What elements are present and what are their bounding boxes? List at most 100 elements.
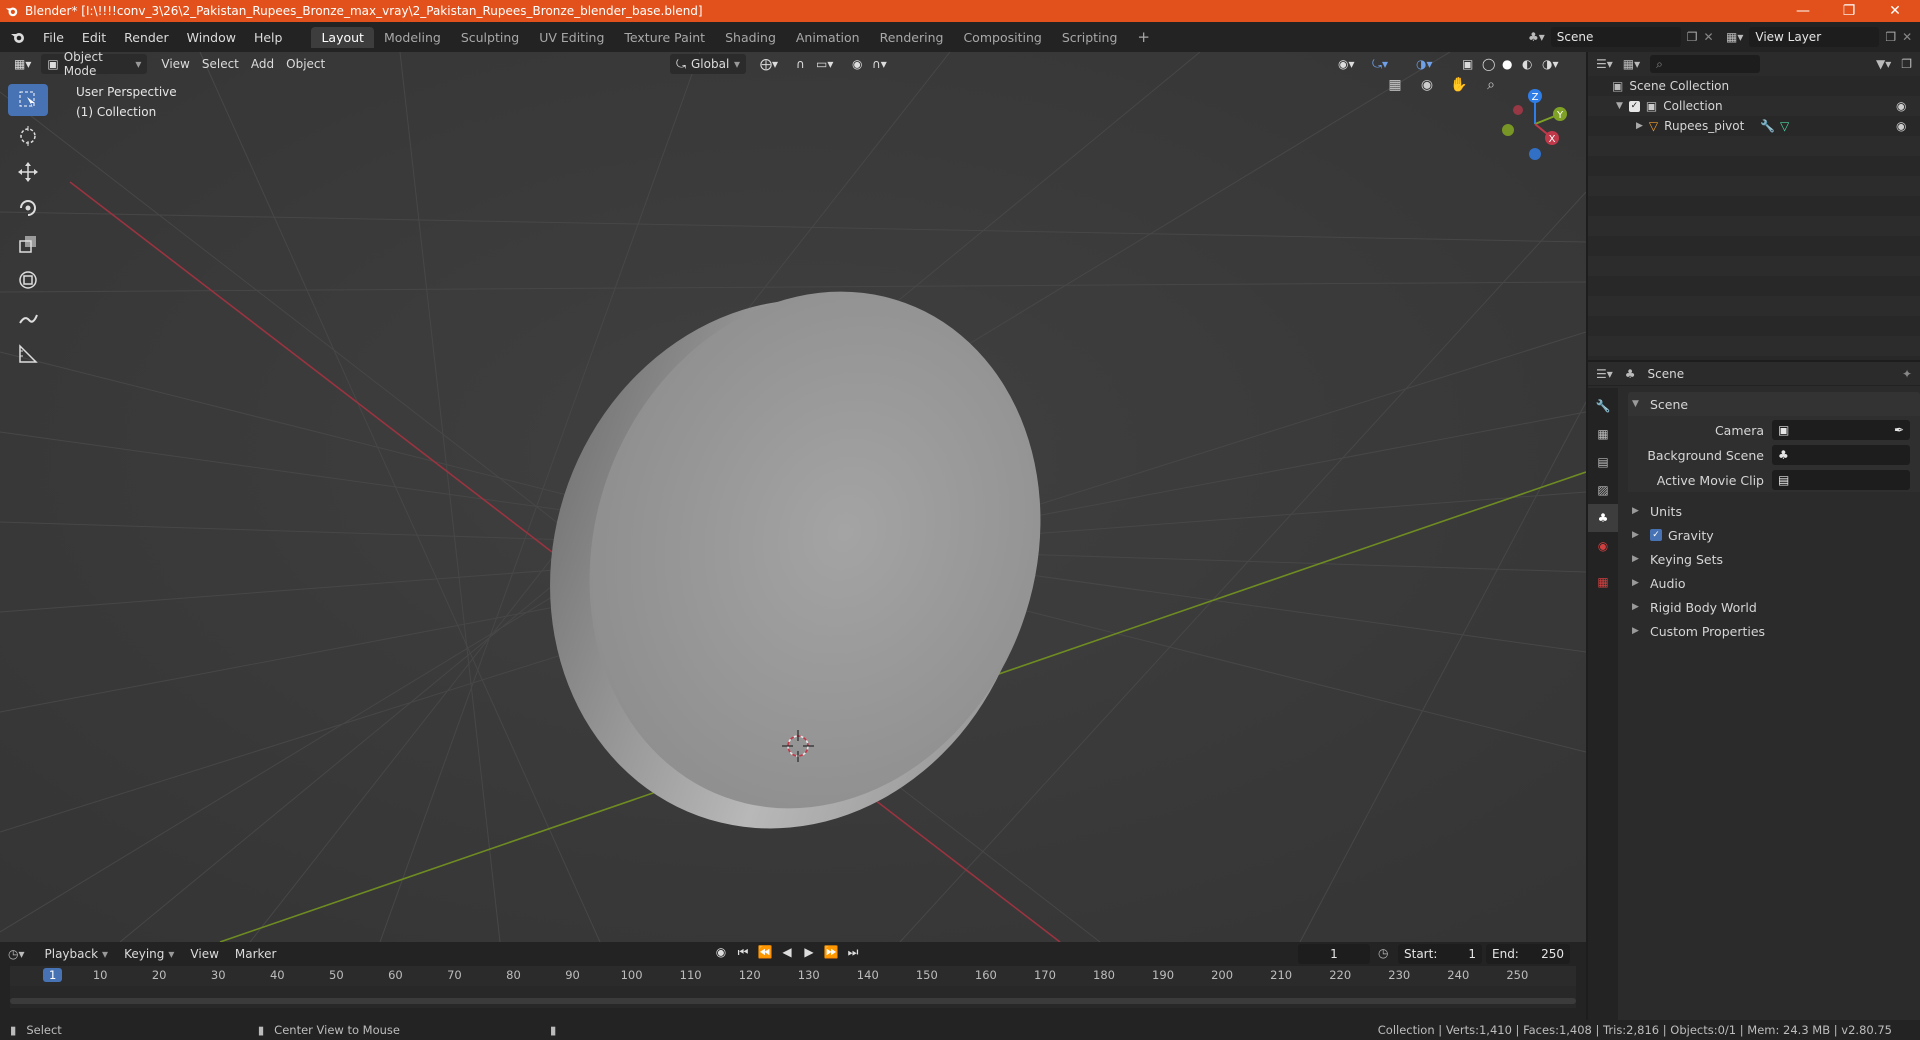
tab-rendering[interactable]: Rendering xyxy=(870,27,954,48)
view-layer-icon[interactable]: ▦▾ xyxy=(1726,30,1743,44)
menu-view[interactable]: View xyxy=(155,54,195,74)
output-tab-icon[interactable]: ▤ xyxy=(1588,448,1618,476)
menu-window[interactable]: Window xyxy=(178,30,245,45)
outliner-editor-icon[interactable]: ☰▾ xyxy=(1596,57,1613,71)
tab-layout[interactable]: Layout xyxy=(311,26,374,48)
custom-properties-subpanel[interactable]: ▶ Custom Properties xyxy=(1628,619,1920,643)
object-visibility-eye-icon[interactable]: ◉ xyxy=(1896,119,1906,133)
tool-tab-icon[interactable]: 🔧 xyxy=(1588,392,1618,420)
scale-tool[interactable] xyxy=(8,228,48,260)
select-box-tool[interactable] xyxy=(8,84,48,116)
pin-icon[interactable]: ✦ xyxy=(1902,367,1912,381)
expand-collection-icon[interactable]: ▼ xyxy=(1616,101,1623,111)
rendered-shading-icon[interactable]: ◑▾ xyxy=(1536,54,1565,74)
menu-keying[interactable]: Keying ▾ xyxy=(118,944,180,964)
preview-range-icon[interactable]: ◷ xyxy=(1378,946,1388,960)
snap-target-icon[interactable]: ▭▾ xyxy=(810,54,839,74)
menu-timeline-view[interactable]: View xyxy=(184,944,224,964)
tab-compositing[interactable]: Compositing xyxy=(953,27,1051,48)
close-window-button[interactable]: ✕ xyxy=(1872,0,1918,22)
tab-scripting[interactable]: Scripting xyxy=(1052,27,1128,48)
menu-playback[interactable]: Playback ▾ xyxy=(39,944,115,964)
menu-edit[interactable]: Edit xyxy=(73,30,115,45)
rigid-body-world-subpanel[interactable]: ▶ Rigid Body World xyxy=(1628,595,1920,619)
current-frame-field[interactable]: 1 xyxy=(1298,944,1370,964)
transform-tool[interactable] xyxy=(8,264,48,296)
view-layer-field[interactable]: View Layer xyxy=(1749,27,1880,47)
mode-selector[interactable]: ▣ Object Mode ▾ xyxy=(41,50,148,78)
expand-object-icon[interactable]: ▶ xyxy=(1636,121,1643,131)
new-view-layer-icon[interactable]: ❐ xyxy=(1885,30,1896,44)
timeline-track-area[interactable] xyxy=(10,986,1576,1008)
measure-tool[interactable] xyxy=(8,338,48,370)
new-collection-icon[interactable]: ❐ xyxy=(1901,57,1912,71)
snap-icon[interactable]: ∩ xyxy=(790,54,811,74)
scene-tab-icon[interactable]: ♣ xyxy=(1588,504,1618,532)
annotate-tool[interactable] xyxy=(8,302,48,334)
visibility-icon[interactable]: ◉▾ xyxy=(1332,54,1361,74)
jump-start-icon[interactable]: ⏮ xyxy=(734,945,752,960)
scene-section-header[interactable]: ▼ Scene xyxy=(1628,392,1920,416)
end-frame-field[interactable]: End: 250 xyxy=(1486,944,1570,964)
navigation-gizmo[interactable]: Z Y X xyxy=(1490,82,1572,164)
camera-field[interactable]: ▣ ✒ xyxy=(1772,420,1910,440)
move-tool[interactable] xyxy=(8,156,48,188)
keying-sets-subpanel[interactable]: ▶ Keying Sets xyxy=(1628,547,1920,571)
gravity-subpanel[interactable]: ▶ ✓ Gravity xyxy=(1628,523,1920,547)
overlay-toggle-icon[interactable]: ◑▾ xyxy=(1410,54,1439,74)
properties-editor-icon[interactable]: ☰▾ xyxy=(1596,367,1613,381)
scene-icon[interactable]: ♣▾ xyxy=(1528,30,1545,44)
texture-tab-icon[interactable]: ▦ xyxy=(1588,568,1618,596)
timeline-editor-icon[interactable]: ◷▾ xyxy=(8,947,25,961)
outliner-row-rupees-pivot[interactable]: ▶ ▽ Rupees_pivot 🔧 ▽ ◉ xyxy=(1588,116,1920,136)
active-movie-clip-field[interactable]: ▤ xyxy=(1772,470,1910,490)
start-frame-field[interactable]: Start: 1 xyxy=(1398,944,1482,964)
outliner-row-collection[interactable]: ▼ ✓ ▣ Collection ◉ xyxy=(1588,96,1920,116)
pivot-point-icon[interactable]: ⨁▾ xyxy=(754,54,784,74)
menu-render[interactable]: Render xyxy=(115,30,178,45)
play-reverse-icon[interactable]: ◀ xyxy=(778,945,796,960)
blender-menu-icon[interactable] xyxy=(10,29,26,45)
record-icon[interactable]: ◉ xyxy=(712,945,730,960)
remove-view-layer-icon[interactable]: ✕ xyxy=(1902,30,1912,44)
modifier-wrench-icon[interactable]: 🔧 xyxy=(1760,119,1775,133)
exclude-checkbox[interactable]: ✓ xyxy=(1628,100,1640,112)
audio-subpanel[interactable]: ▶ Audio xyxy=(1628,571,1920,595)
next-keyframe-icon[interactable]: ⏩ xyxy=(822,945,840,960)
rotate-tool[interactable] xyxy=(8,192,48,224)
current-frame-marker[interactable]: 1 xyxy=(43,968,63,982)
tab-uv-editing[interactable]: UV Editing xyxy=(529,27,614,48)
gizmo-toggle-icon[interactable]: ⤿▾ xyxy=(1366,54,1394,74)
world-tab-icon[interactable]: ◉ xyxy=(1588,532,1618,560)
mesh-data-icon[interactable]: ▽ xyxy=(1780,119,1789,133)
background-scene-field[interactable]: ♣ xyxy=(1772,445,1910,465)
add-workspace-icon[interactable]: + xyxy=(1127,25,1160,49)
tab-shading[interactable]: Shading xyxy=(715,27,786,48)
restore-button[interactable]: ❐ xyxy=(1826,0,1872,22)
falloff-icon[interactable]: ∩▾ xyxy=(866,54,893,74)
tab-texture-paint[interactable]: Texture Paint xyxy=(614,27,715,48)
collection-visibility-eye-icon[interactable]: ◉ xyxy=(1896,99,1906,113)
eyedropper-icon[interactable]: ✒ xyxy=(1894,423,1904,437)
timeline-scrollbar[interactable] xyxy=(10,998,1576,1004)
menu-object[interactable]: Object xyxy=(280,54,331,74)
menu-add[interactable]: Add xyxy=(245,54,280,74)
prev-keyframe-icon[interactable]: ⏪ xyxy=(756,945,774,960)
editor-type-icon[interactable]: ▦▾ xyxy=(8,54,37,74)
menu-select[interactable]: Select xyxy=(196,54,245,74)
gravity-checkbox[interactable]: ✓ xyxy=(1650,529,1662,541)
jump-end-icon[interactable]: ⏭ xyxy=(844,945,862,960)
tab-animation[interactable]: Animation xyxy=(786,27,870,48)
remove-scene-icon[interactable]: ✕ xyxy=(1704,30,1714,44)
minimize-button[interactable]: — xyxy=(1780,0,1826,22)
play-icon[interactable]: ▶ xyxy=(800,945,818,960)
tab-sculpting[interactable]: Sculpting xyxy=(451,27,529,48)
3d-viewport[interactable]: User Perspective (1) Collection ▦ ◉ ✋ ⌕ … xyxy=(0,52,1586,942)
outliner-row-scene-collection[interactable]: ▣ Scene Collection xyxy=(1588,76,1920,96)
tab-modeling[interactable]: Modeling xyxy=(374,27,451,48)
render-tab-icon[interactable]: ▦ xyxy=(1588,420,1618,448)
new-scene-icon[interactable]: ❐ xyxy=(1687,30,1698,44)
view-layer-tab-icon[interactable]: ▨ xyxy=(1588,476,1618,504)
display-mode-icon[interactable]: ▦▾ xyxy=(1623,57,1640,71)
menu-help[interactable]: Help xyxy=(245,30,292,45)
